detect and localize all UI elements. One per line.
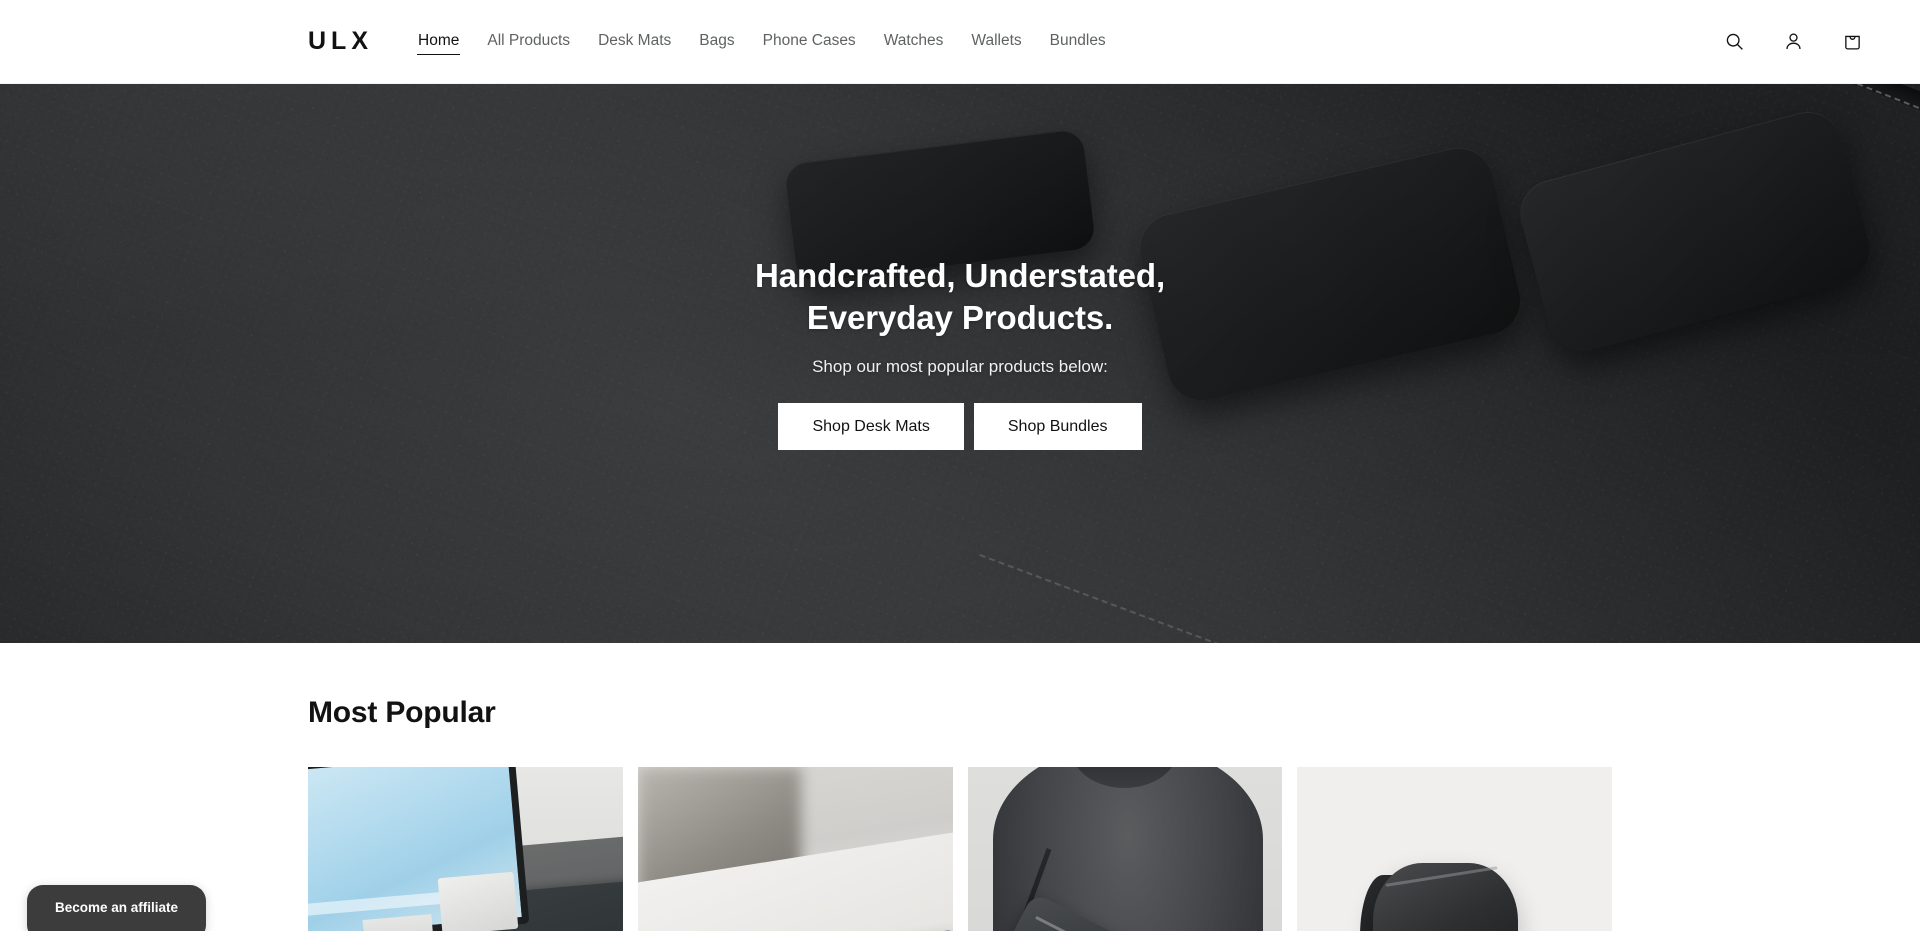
nav-item-desk-mats[interactable]: Desk Mats xyxy=(597,28,672,55)
product-card[interactable] xyxy=(637,767,953,931)
product-image-backpack[interactable] xyxy=(1297,767,1612,931)
nav-item-phone-cases[interactable]: Phone Cases xyxy=(762,28,857,55)
nav-item-wallets[interactable]: Wallets xyxy=(970,28,1022,55)
product-image-desk-mat[interactable] xyxy=(308,767,623,931)
account-icon[interactable] xyxy=(1777,26,1809,58)
product-grid xyxy=(308,767,1612,931)
shop-desk-mats-button[interactable]: Shop Desk Mats xyxy=(778,403,964,451)
product-image-sling-bag[interactable] xyxy=(967,767,1283,931)
shop-bundles-button[interactable]: Shop Bundles xyxy=(973,403,1142,451)
product-card[interactable] xyxy=(308,767,623,931)
product-card[interactable] xyxy=(967,767,1283,931)
cart-icon[interactable] xyxy=(1836,26,1868,58)
search-icon[interactable] xyxy=(1718,26,1750,58)
hero-content: Handcrafted, Understated, Everyday Produ… xyxy=(0,84,1920,643)
most-popular-title: Most Popular xyxy=(308,696,496,729)
nav-item-home[interactable]: Home xyxy=(417,28,461,56)
nav-item-watches[interactable]: Watches xyxy=(883,28,945,55)
site-header: ULX Home All Products Desk Mats Bags Pho… xyxy=(0,0,1920,84)
hero-banner: ULX Handcrafted, Understated, Everyday P… xyxy=(0,84,1920,643)
backpack-body xyxy=(1372,863,1518,931)
become-an-affiliate-button[interactable]: Become an affiliate xyxy=(27,885,207,931)
most-popular-section: Most Popular xyxy=(0,643,1920,931)
hero-title: Handcrafted, Understated, Everyday Produ… xyxy=(754,256,1166,336)
hero-subtitle: Shop our most popular products below: xyxy=(812,357,1108,377)
nav-item-bundles[interactable]: Bundles xyxy=(1049,28,1107,55)
product-card[interactable] xyxy=(1297,767,1612,931)
main-navigation: Home All Products Desk Mats Bags Phone C… xyxy=(417,28,1718,56)
header-actions xyxy=(1718,26,1868,58)
nav-item-all-products[interactable]: All Products xyxy=(486,28,571,55)
product-image-valet-tray[interactable] xyxy=(637,767,953,931)
hero-cta-group: Shop Desk Mats Shop Bundles xyxy=(778,403,1142,451)
brand-logo[interactable]: ULX xyxy=(308,29,373,54)
mini-computer xyxy=(437,871,519,931)
nav-item-bags[interactable]: Bags xyxy=(698,28,735,55)
